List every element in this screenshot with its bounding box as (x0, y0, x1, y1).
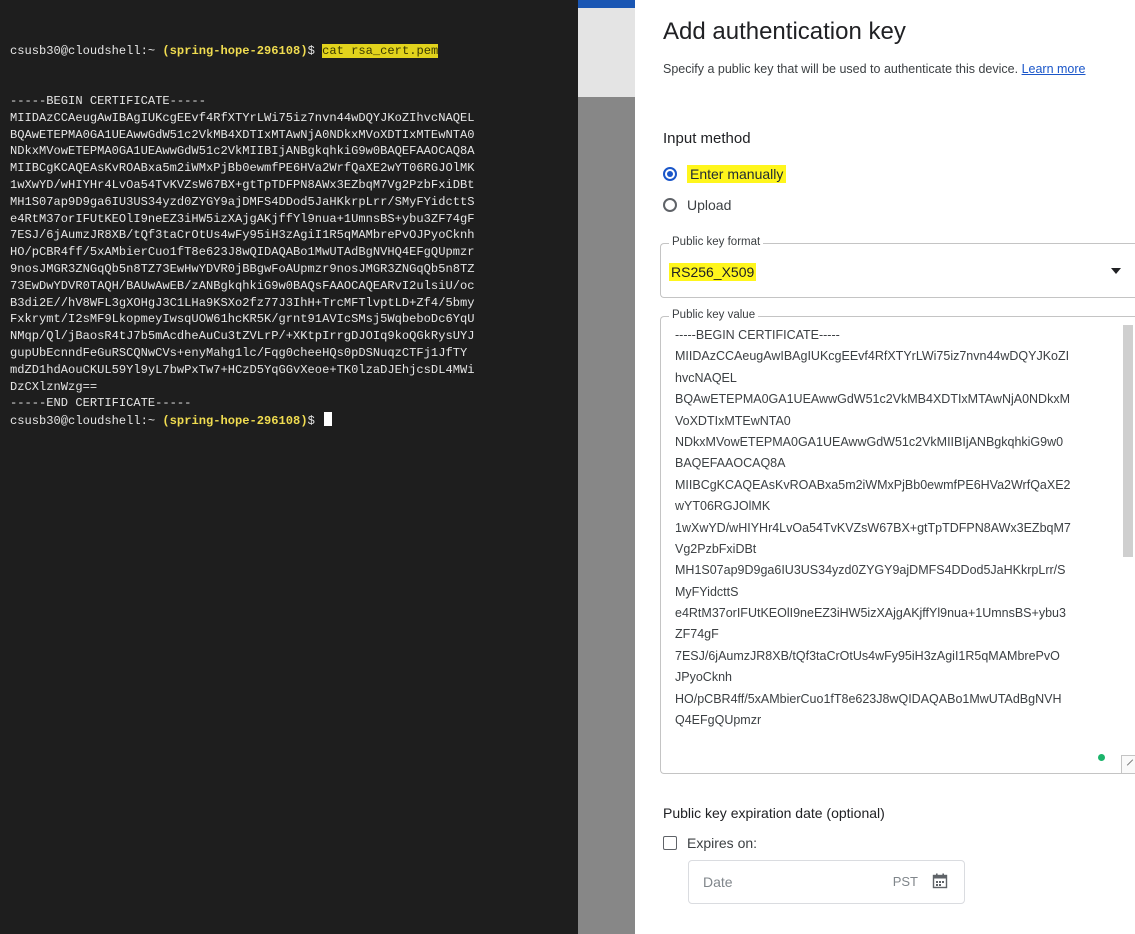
panel-subtitle: Specify a public key that will be used t… (663, 62, 1086, 76)
terminal-output-line: -----BEGIN CERTIFICATE----- (10, 93, 206, 108)
radio-button-checked[interactable] (663, 167, 677, 181)
learn-more-link[interactable]: Learn more (1022, 62, 1086, 76)
terminal-output-line: 9nosJMGR3ZNGqQb5n8TZ73EwHwYDVR0jBBgwFoAU… (10, 261, 475, 276)
key-value-line: BQAwETEPMA0GA1UEAwwGdW51c2VkMB4XDTIxMTAw… (675, 392, 1071, 407)
key-value-line: MyFYidcttS (675, 584, 739, 599)
radio-label-upload: Upload (687, 197, 732, 213)
status-dot-icon (1098, 754, 1105, 761)
key-value-line: hvcNAQEL (675, 370, 737, 385)
key-value-line: -----BEGIN CERTIFICATE----- (675, 328, 840, 342)
key-value-line: HO/pCBR4ff/5xAMbierCuo1fT8e623J8wQIDAQAB… (675, 691, 1062, 706)
radio-upload[interactable]: Upload (663, 195, 731, 215)
prompt-project: (spring-hope-296108) (162, 414, 308, 429)
expires-on-checkbox[interactable] (663, 836, 677, 850)
radio-button[interactable] (663, 198, 677, 212)
terminal-output-line: -----END CERTIFICATE----- (10, 396, 192, 411)
terminal-output-line: DzCXlznWzg== (10, 379, 98, 394)
input-method-label: Input method (663, 130, 751, 147)
resize-handle-icon[interactable] (1121, 755, 1135, 773)
add-key-panel: Add authentication key Specify a public … (635, 0, 1135, 934)
terminal-output-line: e4RtM37orIFUtKEOlI9neEZ3iHW5izXAjgAKjffY… (10, 211, 475, 226)
key-value-line: 1wXwYD/wHIYHr4LvOa54TvKVZsW67BX+gtTpTDFP… (675, 520, 1071, 535)
key-value-line: VoXDTIxMTEwNTA0 (675, 413, 791, 428)
key-value-line: 7ESJ/6jAumzJR8XB/tQf3taCrOtUs4wFy95iH3zA… (675, 648, 1060, 663)
key-value-line: NDkxMVowETEPMA0GA1UEAwwGdW51c2VkMIIBIjAN… (675, 434, 1064, 449)
terminal-output-line: MIIBCgKCAQEAsKvROABxa5m2iWMxPjBb0ewmfPE6… (10, 161, 475, 176)
expiration-label: Public key expiration date (optional) (663, 805, 885, 821)
terminal-command-line: csusb30@cloudshell:~ (spring-hope-296108… (10, 43, 574, 60)
terminal-output-line: MIIDAzCCAeugAwIBAgIUKcgEEvf4RfXTYrLWi75i… (10, 110, 475, 125)
prompt-user: csusb30@cloudshell:~ (10, 414, 156, 429)
terminal-output-line: NDkxMVowETEPMA0GA1UEAwwGdW51c2VkMIIBIjAN… (10, 144, 475, 159)
prompt-project: (spring-hope-296108) (162, 43, 308, 58)
terminal-output-line: HO/pCBR4ff/5xAMbierCuo1fT8e623J8wQIDAQAB… (10, 245, 475, 260)
calendar-icon[interactable] (932, 873, 948, 889)
cloudshell-terminal[interactable]: csusb30@cloudshell:~ (spring-hope-296108… (0, 0, 578, 934)
background-overlay (578, 0, 635, 934)
subtitle-text: Specify a public key that will be used t… (663, 62, 1019, 76)
key-value-line: MIIBCgKCAQEAsKvROABxa5m2iWMxPjBb0ewmfPE6… (675, 477, 1071, 492)
terminal-output-line: 7ESJ/6jAumzJR8XB/tQf3taCrOtUs4wFy95iH3zA… (10, 228, 475, 243)
date-placeholder: Date (703, 874, 733, 890)
radio-enter-manually[interactable]: Enter manually (663, 164, 787, 184)
scrollbar-thumb[interactable] (1123, 325, 1133, 557)
key-value-line: e4RtM37orIFUtKEOlI9neEZ3iHW5izXAjgAKjffY… (675, 606, 1066, 621)
key-value-line: JPyoCknh (675, 670, 732, 685)
panel-title: Add authentication key (663, 18, 906, 45)
public-key-format-select[interactable]: Public key format RS256_X509 (660, 236, 1135, 298)
terminal-command: cat rsa_cert.pem (322, 43, 439, 58)
prompt-user: csusb30@cloudshell:~ (10, 43, 156, 58)
format-value: RS256_X509 (669, 263, 757, 281)
format-legend: Public key format (669, 236, 764, 248)
terminal-output-line: B3di2E//hV8WFL3gXOHgJ3C1LHa9KSXo2fz77J3I… (10, 295, 475, 310)
expires-on-checkbox-row[interactable]: Expires on: (663, 835, 757, 851)
key-value-line: ZF74gF (675, 627, 719, 642)
terminal-prompt-line: csusb30@cloudshell:~ (spring-hope-296108… (10, 412, 574, 429)
terminal-output-line: MH1S07ap9D9ga6IU3US34yzd0ZYGY9ajDMFS4DDo… (10, 194, 475, 209)
key-value-line: MH1S07ap9D9ga6IU3US34yzd0ZYGY9ajDMFS4DDo… (675, 563, 1066, 578)
key-value-line: wYT06RGJOlMK (675, 499, 771, 514)
terminal-output-line: NMqp/Ql/jBaosR4tJ7b5mAcdheAuCu3tZVLrP/+X… (10, 329, 475, 344)
prompt-symbol: $ (307, 414, 315, 429)
terminal-output-line: gupUbEcnndFeGuRSCQNwCVs+enyMahg1lc/Fqg0c… (10, 345, 468, 360)
overlay-header-bar (578, 0, 635, 8)
prompt-symbol: $ (307, 43, 315, 58)
terminal-output-line: mdZD1hdAouCKUL59Yl9yL7bwPxTw7+HCzD5YqGGv… (10, 362, 475, 377)
key-value-line: BAQEFAAOCAQ8A (675, 456, 786, 471)
timezone-label: PST (892, 874, 918, 889)
expiration-date-input[interactable]: Date PST (688, 860, 965, 904)
chevron-down-icon[interactable] (1111, 268, 1121, 274)
terminal-output-line: Fxkrymt/I2sMF9LkopmeyIwsqUOW61hcKR5K/grn… (10, 312, 475, 327)
textarea-scrollbar[interactable] (1123, 325, 1133, 557)
key-value-line: Vg2PzbFxiDBt (675, 541, 757, 556)
key-value-text[interactable]: -----BEGIN CERTIFICATE----- MIIDAzCCAeugA… (675, 325, 1115, 731)
public-key-value-textarea[interactable]: Public key value -----BEGIN CERTIFICATE-… (660, 309, 1135, 774)
terminal-cursor (324, 412, 333, 427)
terminal-output-line: BQAwETEPMA0GA1UEAwwGdW51c2VkMB4XDTIxMTAw… (10, 127, 475, 142)
terminal-output-line: 73EwDwYDVR0TAQH/BAUwAwEB/zANBgkqhkiG9w0B… (10, 278, 475, 293)
terminal-output-line: 1wXwYD/wHIYHr4LvOa54TvKVZsW67BX+gtTpTDFP… (10, 177, 475, 192)
radio-label-manual: Enter manually (687, 165, 787, 183)
key-value-line: MIIDAzCCAeugAwIBAgIUKcgEEvf4RfXTYrLWi75i… (675, 349, 1070, 364)
terminal-output: csusb30@cloudshell:~ (spring-hope-296108… (10, 9, 574, 429)
key-value-line: Q4EFgQUpmzr (675, 713, 762, 728)
expires-on-label: Expires on: (687, 835, 758, 851)
overlay-header (578, 0, 635, 97)
value-legend: Public key value (669, 309, 759, 321)
